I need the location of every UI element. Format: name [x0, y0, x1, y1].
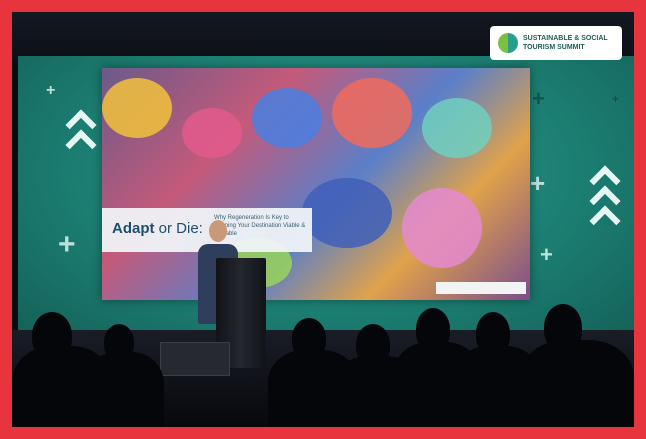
chevron-up-icon — [66, 128, 92, 154]
chevron-up-icon — [590, 204, 616, 230]
plus-icon: + — [46, 82, 56, 99]
decor-blob — [102, 78, 172, 138]
decor-blob — [422, 98, 492, 158]
slide-title: Adapt or Die: — [112, 220, 203, 237]
plus-icon: + — [540, 242, 553, 267]
plus-icon: + — [530, 168, 546, 198]
slide-sponsor-logos — [436, 282, 526, 294]
leaf-logo-icon — [498, 33, 518, 53]
logo-line-2: TOURISM SUMMIT — [523, 44, 585, 51]
projection-screen: + + + + + + Adapt or Die: Why Regenerati… — [18, 56, 634, 346]
plus-icon: + — [612, 92, 620, 106]
decor-blob — [332, 78, 412, 148]
plus-icon: + — [58, 228, 76, 261]
presentation-slide: Adapt or Die: Why Regeneration Is Key to… — [102, 68, 530, 300]
slide-subtitle: Why Regeneration Is Key to Keeping Your … — [214, 215, 306, 237]
decor-blob — [182, 108, 242, 158]
summit-logo: SUSTAINABLE & SOCIAL TOURISM SUMMIT — [490, 26, 622, 60]
plus-icon: + — [532, 86, 545, 111]
logo-line-1: SUSTAINABLE & SOCIAL — [523, 35, 608, 42]
slide-title-part2: or Die: — [154, 220, 203, 237]
speaker-head — [209, 220, 227, 242]
slide-title-part1: Adapt — [112, 220, 155, 237]
photo-frame: + + + + + + Adapt or Die: Why Regenerati… — [12, 12, 634, 427]
decor-blob — [252, 88, 322, 148]
stage-monitor — [160, 342, 230, 376]
decor-blob — [402, 188, 482, 268]
decor-blob — [302, 178, 392, 248]
